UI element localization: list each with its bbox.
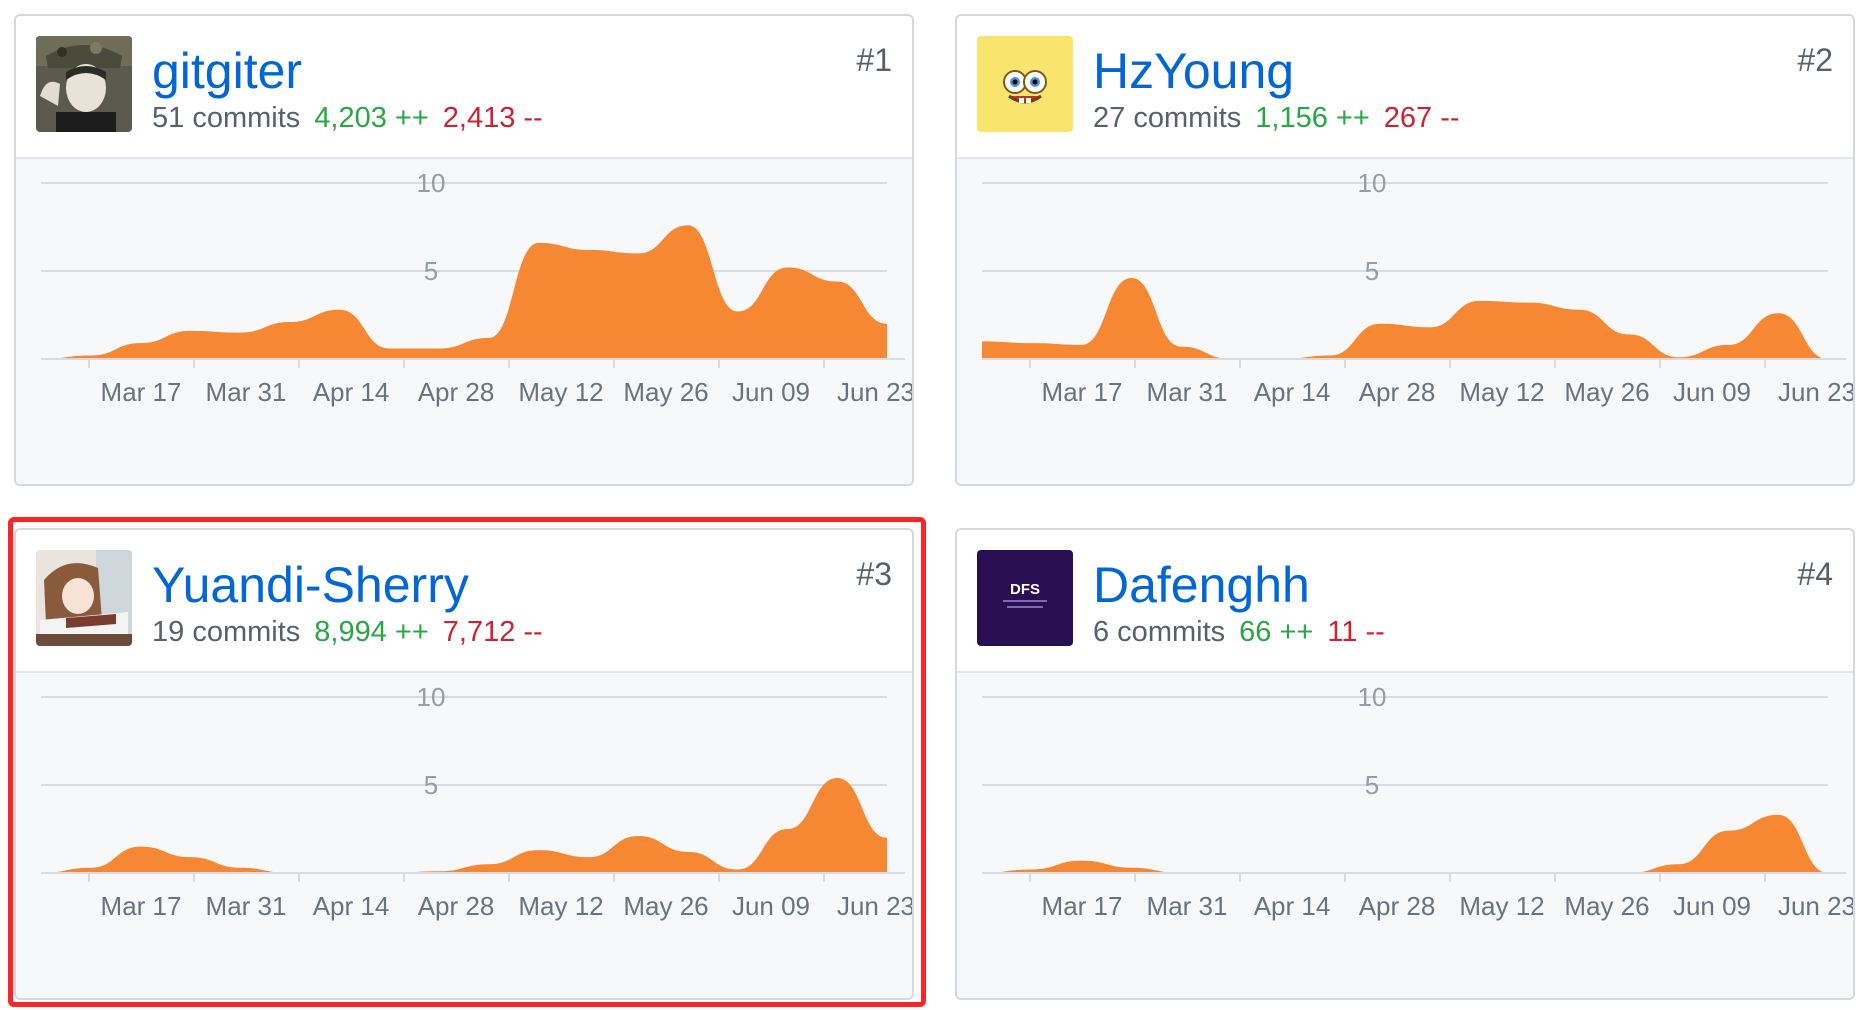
contributor-card-yuandi-sherry: Yuandi-Sherry 19 commits 8,994 ++ 7,712 --… <box>14 528 914 1000</box>
commit-count: 6 commits <box>1093 616 1226 648</box>
x-tick-label: Mar 17 <box>1042 377 1123 407</box>
x-tick-label: May 12 <box>518 891 603 921</box>
chart-area: 5 10 Mar 17 Mar 31 Apr 14 Apr 28 May 12 May 26 J… <box>957 671 1853 998</box>
contributor-card-hzyoung: HzYoung 27 commits 1,156 ++ 267 -- #2 5 10 M… <box>955 14 1855 486</box>
y-tick-label: 10 <box>417 682 446 712</box>
commit-chart: 5 10 Mar 17 Mar 31 Apr 14 Apr 28 May 12 May 26 J… <box>982 682 1853 921</box>
x-tick-label: Jun 09 <box>1673 891 1751 921</box>
x-tick-label: Mar 17 <box>101 377 182 407</box>
username-link[interactable]: Dafenghh <box>1093 556 1310 614</box>
commit-area-series <box>41 225 887 359</box>
commit-stats: 27 commits 1,156 ++ 267 -- <box>1093 100 1460 136</box>
deletions-count: 267 -- <box>1383 102 1460 134</box>
commit-area-series <box>982 278 1828 359</box>
username-link[interactable]: Yuandi-Sherry <box>152 556 469 614</box>
commit-area-series <box>982 814 1828 873</box>
rank-label: #3 <box>856 556 892 592</box>
deletions-count: 7,712 -- <box>442 616 543 648</box>
x-tick-label: Apr 14 <box>313 377 390 407</box>
card-header: HzYoung 27 commits 1,156 ++ 267 -- #2 <box>957 16 1853 157</box>
deletions-count: 2,413 -- <box>442 102 543 134</box>
x-tick-label: Apr 14 <box>1254 891 1331 921</box>
avatar-dfs-logo-icon[interactable]: DFS <box>977 550 1073 646</box>
commit-count: 51 commits <box>152 102 301 134</box>
avatar-spongebob-icon[interactable] <box>977 36 1073 132</box>
avatar-anime-girl-icon[interactable] <box>36 550 132 646</box>
commit-count: 27 commits <box>1093 102 1242 134</box>
x-tick-label: Jun 09 <box>732 377 810 407</box>
commit-chart: 5 10 Mar 17 Mar 31 Apr 14 Apr 28 May 12 May 26 J… <box>982 168 1853 407</box>
x-tick-label: May 12 <box>518 377 603 407</box>
rank-label: #4 <box>1797 556 1833 592</box>
chart-area: 5 10 Mar 17 Mar 31 Apr 14 Apr 28 May 12 May 26 J… <box>16 671 912 998</box>
avatar-logo-text: DFS <box>1010 581 1040 598</box>
x-tick-label: Apr 28 <box>1359 891 1436 921</box>
y-tick-label: 10 <box>1358 168 1387 198</box>
chart-area: 5 10 Mar 17 Mar 31 Apr 14 Apr 28 May 12 May 26 J… <box>957 157 1853 484</box>
additions-count: 4,203 ++ <box>314 102 429 134</box>
commit-stats: 6 commits 66 ++ 11 -- <box>1093 614 1385 650</box>
deletions-count: 11 -- <box>1327 616 1385 648</box>
chart-area: 5 10 Mar 17 Mar 31 Apr 14 Apr 28 May 12 May 26 J… <box>16 157 912 484</box>
x-tick-label: May 26 <box>623 377 708 407</box>
x-tick-label: Mar 31 <box>206 377 287 407</box>
card-header: DFS Dafenghh 6 commits 66 ++ 11 -- #4 <box>957 530 1853 671</box>
contributor-card-gitgiter: gitgiter 51 commits 4,203 ++ 2,413 -- #1 5… <box>14 14 914 486</box>
y-tick-label: 5 <box>424 770 438 800</box>
commit-chart: 5 10 Mar 17 Mar 31 Apr 14 Apr 28 May 12 May 26 J… <box>41 168 912 407</box>
avatar-soldier-icon[interactable] <box>36 36 132 132</box>
additions-count: 8,994 ++ <box>314 616 429 648</box>
x-tick-label: Jun 23 <box>837 377 912 407</box>
x-tick-label: Jun 23 <box>1778 377 1853 407</box>
additions-count: 1,156 ++ <box>1255 102 1370 134</box>
x-tick-label: May 26 <box>1564 377 1649 407</box>
username-link[interactable]: HzYoung <box>1093 42 1294 100</box>
commit-area-series <box>41 777 887 873</box>
x-tick-label: May 12 <box>1459 891 1544 921</box>
x-tick-label: Mar 17 <box>101 891 182 921</box>
x-tick-label: Mar 31 <box>206 891 287 921</box>
x-tick-label: Mar 31 <box>1147 377 1228 407</box>
additions-count: 66 ++ <box>1239 616 1314 648</box>
rank-label: #2 <box>1797 42 1833 78</box>
y-tick-label: 5 <box>424 256 438 286</box>
x-tick-label: Apr 28 <box>1359 377 1436 407</box>
x-tick-label: Jun 23 <box>1778 891 1853 921</box>
y-tick-label: 5 <box>1365 256 1379 286</box>
y-tick-label: 5 <box>1365 770 1379 800</box>
x-tick-label: May 26 <box>1564 891 1649 921</box>
x-tick-label: Apr 28 <box>418 377 495 407</box>
y-tick-label: 10 <box>417 168 446 198</box>
x-tick-label: May 12 <box>1459 377 1544 407</box>
rank-label: #1 <box>856 42 892 78</box>
contributor-card-dafenghh: DFS Dafenghh 6 commits 66 ++ 11 -- #4 5 10 M… <box>955 528 1855 1000</box>
username-link[interactable]: gitgiter <box>152 42 302 100</box>
x-tick-label: Apr 14 <box>313 891 390 921</box>
x-tick-label: Jun 09 <box>732 891 810 921</box>
commit-count: 19 commits <box>152 616 301 648</box>
commit-chart: 5 10 Mar 17 Mar 31 Apr 14 Apr 28 May 12 May 26 J… <box>41 682 912 921</box>
x-tick-label: Mar 17 <box>1042 891 1123 921</box>
commit-stats: 51 commits 4,203 ++ 2,413 -- <box>152 100 543 136</box>
x-tick-label: Jun 23 <box>837 891 912 921</box>
x-tick-label: Apr 28 <box>418 891 495 921</box>
commit-stats: 19 commits 8,994 ++ 7,712 -- <box>152 614 543 650</box>
card-header: gitgiter 51 commits 4,203 ++ 2,413 -- #1 <box>16 16 912 157</box>
x-tick-label: May 26 <box>623 891 708 921</box>
card-header: Yuandi-Sherry 19 commits 8,994 ++ 7,712 --… <box>16 530 912 671</box>
x-tick-label: Mar 31 <box>1147 891 1228 921</box>
y-tick-label: 10 <box>1358 682 1387 712</box>
x-tick-label: Jun 09 <box>1673 377 1751 407</box>
x-tick-label: Apr 14 <box>1254 377 1331 407</box>
